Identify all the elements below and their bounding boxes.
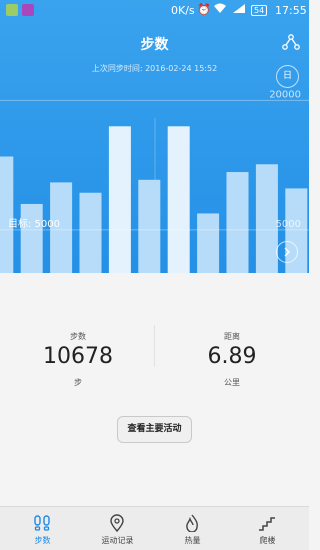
chart-bar[interactable] (197, 213, 220, 273)
nav-calories-label: 热量 (184, 536, 201, 545)
nav-workout-records-label: 运动记录 (101, 536, 134, 545)
header-area: 0K/s ⏰ 54 17:55 步数 上次同步时间: 2016-02-24 15… (0, 0, 309, 273)
distance-label: 距离 (224, 332, 240, 341)
chart-bar[interactable] (108, 126, 131, 273)
steps-unit: 步 (74, 378, 82, 387)
location-pin-icon (110, 514, 124, 532)
distance-value: 6.89 (207, 344, 257, 369)
steps-value: 10678 (43, 344, 113, 369)
next-page-button[interactable] (276, 241, 298, 263)
stairs-icon (259, 517, 275, 531)
stats-panel (0, 273, 309, 506)
steps-bar-chart: 20000 5000 目标: 5000 (0, 89, 309, 274)
chart-bar[interactable] (0, 156, 14, 274)
gridline-label: 20000 (269, 89, 301, 100)
flame-icon (186, 514, 198, 532)
distance-unit: 公里 (224, 378, 240, 387)
chart-bar[interactable] (20, 203, 43, 273)
view-main-activity-button[interactable]: 查看主要活动 (117, 416, 192, 443)
steps-label: 步数 (70, 332, 86, 341)
stats-divider (154, 325, 155, 367)
nav-calories[interactable]: 热量 (154, 507, 231, 550)
chart-bar[interactable] (226, 172, 249, 273)
nav-floors-label: 爬楼 (259, 536, 276, 545)
chart-bar[interactable] (79, 192, 102, 273)
nav-steps[interactable]: 步数 (4, 507, 81, 550)
chart-bar[interactable] (167, 126, 190, 273)
nav-steps-label: 步数 (34, 536, 51, 545)
footsteps-icon (34, 515, 50, 531)
nav-workout-records[interactable]: 运动记录 (79, 507, 156, 550)
chevron-right-icon (284, 247, 290, 257)
nav-floors[interactable]: 爬楼 (229, 507, 306, 550)
bottom-nav: 步数 运动记录 热量 爬楼 (0, 506, 309, 550)
goal-label: 目标: 5000 (8, 218, 60, 230)
chart-bar[interactable] (138, 179, 161, 273)
gridline-label: 5000 (276, 219, 301, 230)
